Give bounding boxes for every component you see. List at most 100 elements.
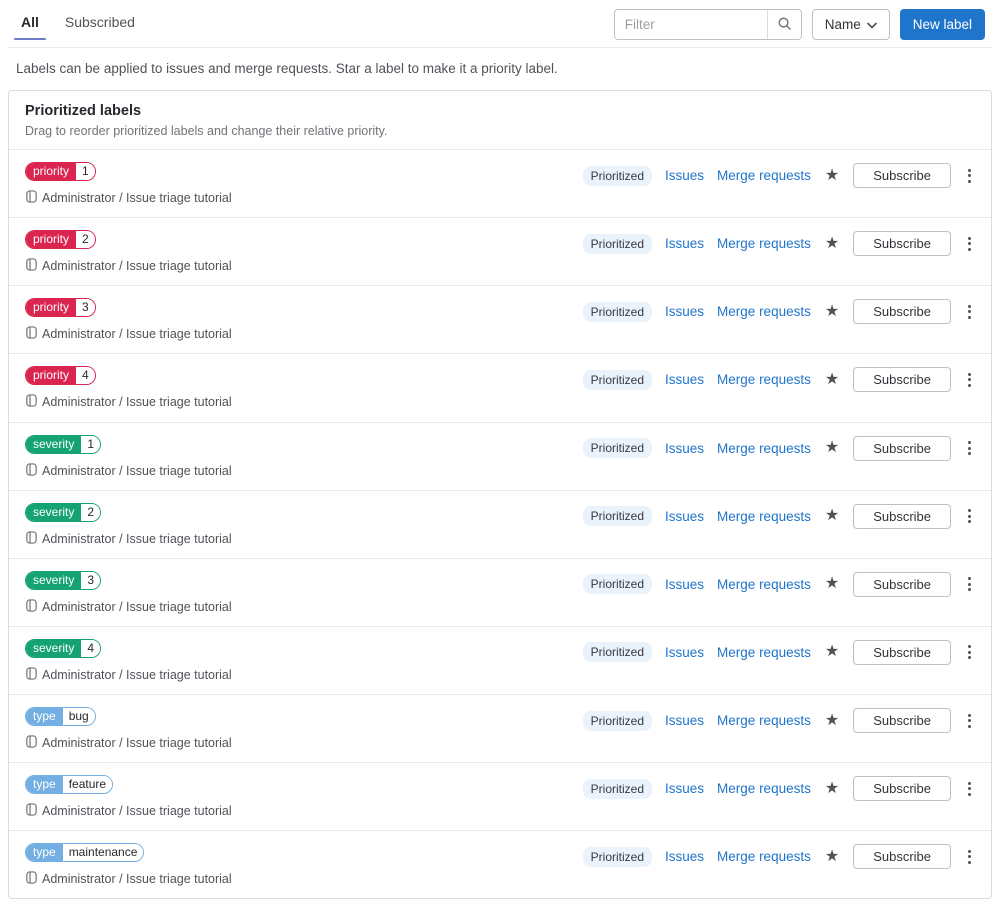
filter-input[interactable]: [614, 10, 767, 39]
kebab-menu-icon[interactable]: [964, 439, 975, 457]
filter-group: [613, 9, 802, 40]
merge-requests-link[interactable]: Merge requests: [717, 645, 811, 660]
star-icon[interactable]: ★: [824, 235, 840, 252]
issues-link[interactable]: Issues: [665, 509, 704, 524]
kebab-menu-icon[interactable]: [964, 235, 975, 253]
prioritized-badge: Prioritized: [582, 506, 653, 527]
label-row: priority 3 Administrator / Issue triage …: [9, 286, 991, 355]
issues-link[interactable]: Issues: [665, 304, 704, 319]
subscribe-button[interactable]: Subscribe: [853, 503, 951, 529]
star-icon[interactable]: ★: [824, 371, 840, 388]
scoped-label[interactable]: priority 4: [25, 366, 96, 386]
label-row: severity 4 Administrator / Issue triage …: [9, 627, 991, 695]
star-icon[interactable]: ★: [824, 848, 840, 865]
card-subtitle: Drag to reorder prioritized labels and c…: [25, 124, 388, 138]
kebab-menu-icon[interactable]: [964, 167, 975, 185]
kebab-menu-icon[interactable]: [964, 848, 975, 866]
kebab-menu-icon[interactable]: [964, 575, 975, 593]
subscribe-button[interactable]: Subscribe: [853, 163, 951, 188]
labels-page: All Subscribed Name: [0, 0, 1000, 900]
project-icon: [25, 325, 38, 344]
tab-bar: All Subscribed: [8, 9, 148, 40]
search-icon: [777, 16, 792, 34]
scoped-label-key: severity: [26, 639, 82, 657]
scoped-label-value: 4: [81, 639, 101, 657]
merge-requests-link[interactable]: Merge requests: [717, 713, 811, 728]
merge-requests-link[interactable]: Merge requests: [717, 781, 811, 796]
sort-dropdown[interactable]: Name: [811, 9, 890, 40]
merge-requests-link[interactable]: Merge requests: [717, 236, 811, 251]
issues-link[interactable]: Issues: [665, 441, 704, 456]
label-info: priority 3 Administrator / Issue triage …: [25, 298, 232, 344]
merge-requests-link[interactable]: Merge requests: [717, 577, 811, 592]
kebab-menu-icon[interactable]: [964, 303, 975, 321]
scoped-label[interactable]: type bug: [25, 707, 96, 726]
subscribe-button[interactable]: Subscribe: [853, 639, 951, 665]
project-icon: [25, 462, 38, 481]
label-row: priority 2 Administrator / Issue triage …: [9, 218, 991, 287]
scoped-label[interactable]: severity 3: [25, 570, 102, 590]
label-row: severity 3 Administrator / Issue triage …: [9, 559, 991, 627]
star-icon[interactable]: ★: [824, 780, 840, 797]
issues-link[interactable]: Issues: [665, 168, 704, 183]
star-icon[interactable]: ★: [824, 644, 840, 660]
star-icon[interactable]: ★: [824, 576, 840, 592]
merge-requests-link[interactable]: Merge requests: [717, 849, 811, 864]
subscribe-button[interactable]: Subscribe: [853, 571, 951, 597]
tab-all[interactable]: All: [14, 9, 46, 40]
subscribe-button[interactable]: Subscribe: [853, 435, 951, 461]
project-icon: [25, 598, 38, 617]
project-name: Administrator / Issue triage tutorial: [42, 395, 232, 410]
prioritized-badge: Prioritized: [582, 165, 653, 186]
merge-requests-link[interactable]: Merge requests: [717, 304, 811, 319]
kebab-menu-icon[interactable]: [964, 643, 975, 661]
scoped-label[interactable]: type feature: [25, 775, 114, 795]
scoped-label[interactable]: priority 1: [25, 162, 96, 181]
search-button[interactable]: [766, 10, 801, 39]
prioritized-badge: Prioritized: [582, 710, 653, 731]
scoped-label[interactable]: priority 3: [25, 298, 96, 318]
issues-link[interactable]: Issues: [665, 781, 704, 796]
label-actions: Prioritized Issues Merge requests ★ Subs…: [582, 163, 975, 188]
subscribe-button[interactable]: Subscribe: [853, 231, 951, 257]
page-description: Labels can be applied to issues and merg…: [16, 61, 558, 76]
merge-requests-link[interactable]: Merge requests: [717, 509, 811, 524]
scoped-label[interactable]: priority 2: [25, 230, 96, 250]
kebab-menu-icon[interactable]: [964, 712, 975, 730]
star-icon[interactable]: ★: [824, 440, 840, 456]
star-icon[interactable]: ★: [824, 712, 840, 729]
issues-link[interactable]: Issues: [665, 713, 704, 728]
star-icon[interactable]: ★: [824, 303, 840, 320]
label-controls: Name New label: [613, 9, 985, 47]
subscribe-button[interactable]: Subscribe: [853, 844, 951, 870]
subscribe-button[interactable]: Subscribe: [853, 776, 951, 802]
issues-link[interactable]: Issues: [665, 577, 704, 592]
star-icon[interactable]: ★: [824, 167, 840, 184]
project-name: Administrator / Issue triage tutorial: [42, 327, 232, 342]
tab-subscribed[interactable]: Subscribed: [58, 9, 142, 39]
project-icon: [25, 257, 38, 276]
subscribe-button[interactable]: Subscribe: [853, 299, 951, 325]
star-icon[interactable]: ★: [824, 508, 840, 524]
scoped-label[interactable]: severity 1: [25, 434, 102, 454]
issues-link[interactable]: Issues: [665, 236, 704, 251]
subscribe-button[interactable]: Subscribe: [853, 367, 951, 393]
kebab-menu-icon[interactable]: [964, 507, 975, 525]
scoped-label[interactable]: severity 2: [25, 502, 102, 522]
merge-requests-link[interactable]: Merge requests: [717, 168, 811, 183]
issues-link[interactable]: Issues: [665, 372, 704, 387]
merge-requests-link[interactable]: Merge requests: [717, 441, 811, 456]
label-info: severity 3 Administrator / Issue triage …: [25, 570, 232, 617]
merge-requests-link[interactable]: Merge requests: [717, 372, 811, 387]
scoped-label[interactable]: severity 4: [25, 638, 102, 658]
label-info: priority 2 Administrator / Issue triage …: [25, 230, 232, 276]
kebab-menu-icon[interactable]: [964, 371, 975, 389]
subscribe-button[interactable]: Subscribe: [853, 708, 951, 733]
issues-link[interactable]: Issues: [665, 645, 704, 660]
scoped-label[interactable]: type maintenance: [25, 843, 145, 863]
issues-link[interactable]: Issues: [665, 849, 704, 864]
kebab-menu-icon[interactable]: [964, 780, 975, 798]
project-line: Administrator / Issue triage tutorial: [25, 870, 232, 889]
new-label-button[interactable]: New label: [899, 9, 985, 40]
project-name: Administrator / Issue triage tutorial: [42, 191, 232, 205]
